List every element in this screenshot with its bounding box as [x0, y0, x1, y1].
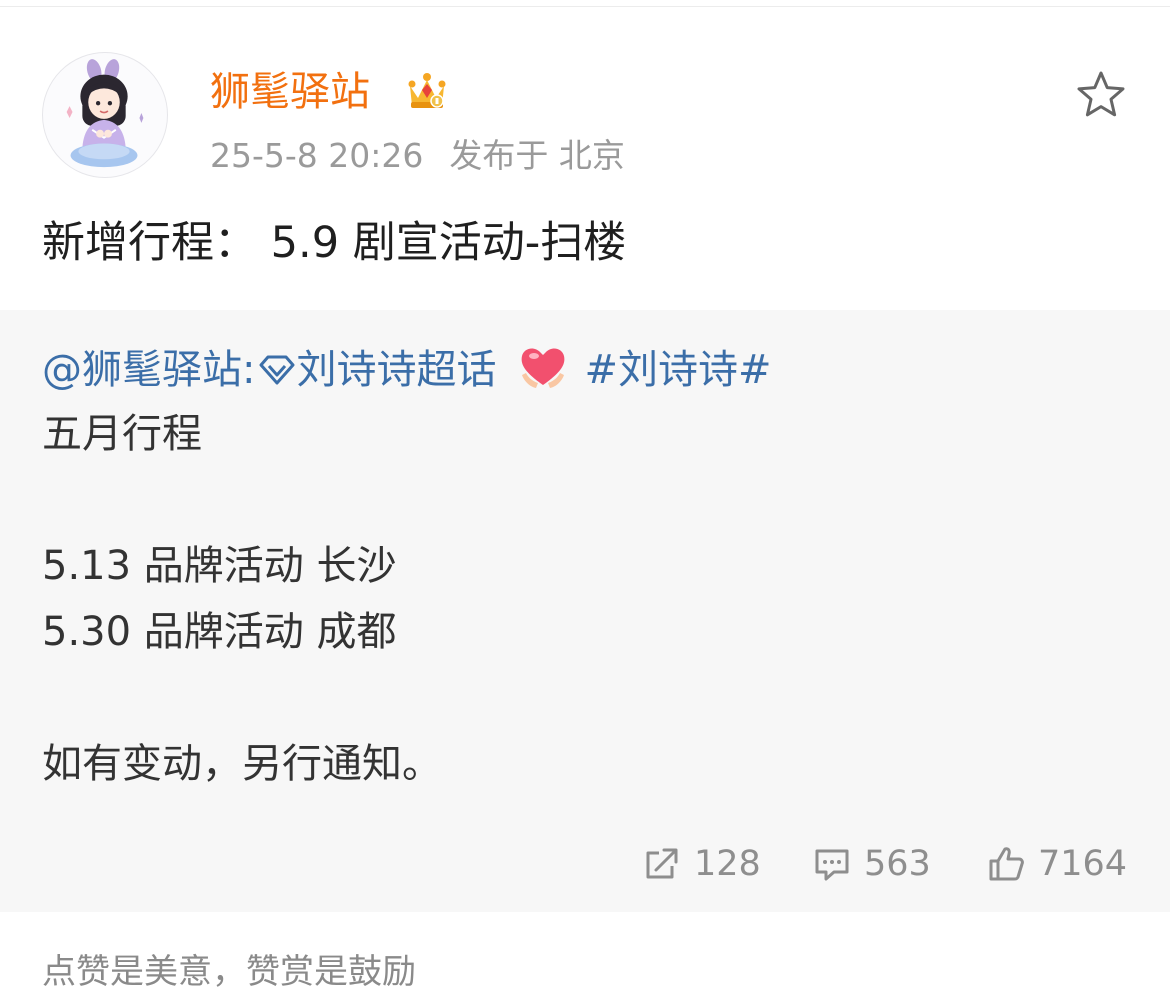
reward-note: 点赞是美意，赞赏是鼓励 [42, 952, 416, 992]
repost-header: @狮髦驿站: 刘诗诗超话 #刘诗诗# [42, 340, 772, 400]
share-arrow-icon [646, 848, 678, 879]
crown-badge-icon[interactable] [404, 68, 450, 114]
username[interactable]: 狮髦驿站 [210, 64, 370, 120]
mention-colon: : [242, 347, 256, 393]
hashtag-link[interactable]: #刘诗诗# [584, 347, 771, 393]
thumbs-up-icon [989, 847, 1024, 881]
supertopic-link[interactable]: 刘诗诗超话 [296, 347, 496, 393]
star-outline-icon[interactable] [1074, 68, 1128, 122]
heart-hands-icon [522, 348, 565, 388]
post-content: 新增行程： 5.9 剧宣活动-扫楼 [42, 218, 627, 268]
repost-stats: 128 563 7164 [0, 834, 1170, 894]
post-location: 发布于 北京 [449, 136, 625, 175]
repost-line-1: 五月行程 [42, 411, 202, 457]
mention-link[interactable]: @狮髦驿站 [42, 347, 242, 393]
comment-count: 563 [864, 844, 931, 884]
comment-icon [815, 849, 849, 881]
repost-line-3: 5.30 品牌活动 成都 [42, 609, 397, 655]
post-timestamp: 25-5-8 20:26 [210, 136, 424, 175]
post-meta: 25-5-8 20:26 发布于 北京 [210, 133, 625, 179]
like-count-button[interactable]: 7164 [986, 834, 1127, 894]
repost-line-4: 如有变动，另行通知。 [42, 741, 442, 787]
top-divider [0, 6, 1170, 7]
comment-count-button[interactable]: 563 [812, 834, 931, 894]
repost-count: 128 [694, 844, 761, 884]
reposted-content[interactable]: @狮髦驿站: 刘诗诗超话 #刘诗诗# 五月行程 5.13 品牌活动 长沙 5.3… [0, 310, 1170, 912]
repost-line-2: 5.13 品牌活动 长沙 [42, 543, 397, 589]
avatar[interactable] [42, 52, 168, 178]
repost-count-button[interactable]: 128 [642, 834, 761, 894]
like-count: 7164 [1038, 844, 1128, 884]
diamond-icon [259, 355, 295, 385]
